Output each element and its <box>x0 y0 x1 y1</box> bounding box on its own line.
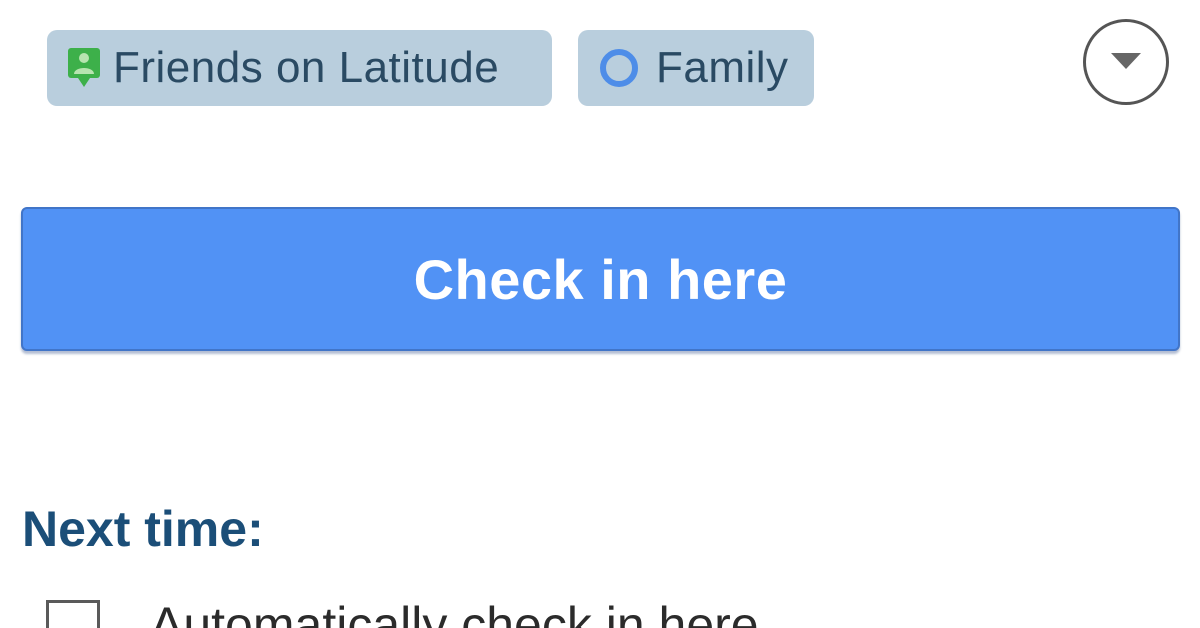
next-time-heading: Next time: <box>22 501 264 557</box>
circle-group-icon <box>597 46 641 90</box>
chevron-down-circle-icon <box>1111 53 1141 71</box>
share-chip-friends-on-latitude[interactable]: Friends on Latitude <box>47 30 552 106</box>
chip-label: Family <box>656 43 789 92</box>
chip-label: Friends on Latitude <box>113 43 500 92</box>
auto-checkin-label[interactable]: Automatically check in here <box>150 596 759 628</box>
share-options-dropdown[interactable] <box>1083 19 1169 105</box>
check-in-button[interactable]: Check in here <box>21 207 1180 351</box>
auto-checkin-checkbox[interactable] <box>46 600 100 628</box>
share-chip-family[interactable]: Family <box>578 30 814 106</box>
checkin-screen: Friends on Latitude Family Check in here… <box>0 0 1200 628</box>
latitude-person-icon <box>67 47 101 89</box>
